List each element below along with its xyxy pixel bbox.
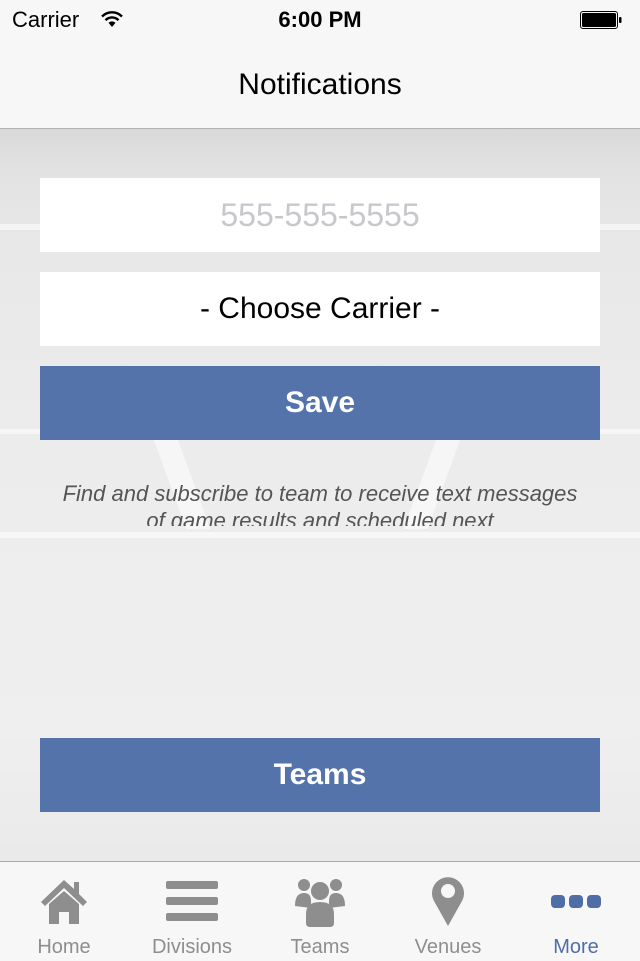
- phone-number-field[interactable]: [40, 178, 600, 252]
- battery-full-icon: [580, 11, 622, 29]
- teams-button[interactable]: Teams: [40, 738, 600, 812]
- clock: 6:00 PM: [278, 7, 362, 32]
- teams-button-label: Teams: [273, 758, 367, 791]
- tab-venues[interactable]: Venues: [384, 862, 512, 961]
- info-text: Find and subscribe to team to receive te…: [62, 481, 578, 526]
- group-icon: [295, 879, 345, 927]
- carrier-select[interactable]: - Choose Carrier -: [40, 272, 600, 346]
- map-pin-icon: [432, 877, 464, 926]
- tab-home[interactable]: Home: [0, 862, 128, 961]
- phone-number-input[interactable]: [40, 195, 600, 235]
- tab-divisions-label: Divisions: [151, 936, 233, 958]
- tab-teams[interactable]: Teams: [256, 862, 384, 961]
- home-icon: [41, 880, 87, 924]
- tab-divisions[interactable]: Divisions: [128, 862, 256, 961]
- save-button-label: Save: [284, 386, 356, 419]
- tab-bar: Home Divisions Teams Venues More: [0, 861, 640, 961]
- tab-teams-label: Teams: [290, 936, 350, 958]
- tab-more[interactable]: More: [512, 862, 640, 961]
- carrier-select-value: - Choose Carrier -: [199, 292, 441, 325]
- tab-more-label: More: [553, 936, 599, 958]
- save-button[interactable]: Save: [40, 366, 600, 440]
- navigation-bar: Notifications: [0, 40, 640, 129]
- status-bar: Carrier 6:00 PM: [0, 0, 640, 40]
- page-title: Notifications: [238, 68, 402, 101]
- list-icon: [166, 881, 218, 921]
- tab-home-label: Home: [37, 936, 91, 958]
- tab-venues-label: Venues: [414, 936, 482, 958]
- more-dots-icon: [551, 895, 601, 908]
- content-area: - Choose Carrier - Save Find and subscri…: [0, 129, 640, 861]
